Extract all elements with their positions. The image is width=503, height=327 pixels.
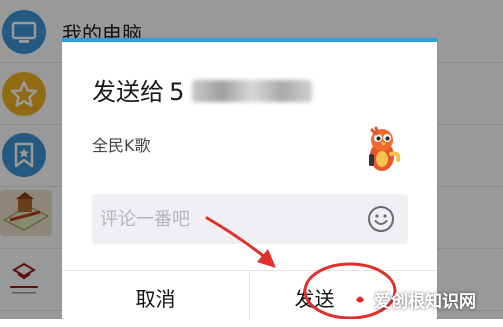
watermark-logo-icon	[350, 289, 370, 309]
emoji-icon[interactable]	[366, 204, 396, 234]
recipient-label: 发送给	[92, 78, 164, 106]
recipient-name-blurred	[192, 80, 313, 102]
watermark-text: 爱创根知识网	[374, 292, 476, 312]
comment-input[interactable]	[92, 194, 360, 244]
share-title: 全民K歌	[92, 136, 151, 155]
cancel-button[interactable]: 取消	[62, 271, 250, 320]
recipient-row: 发送给 5	[92, 72, 313, 106]
comment-box	[92, 194, 408, 244]
parrot-mascot-icon	[358, 124, 406, 174]
recipient-name-initial: 5	[169, 78, 185, 106]
send-button-label: 发送	[294, 287, 335, 311]
send-to-dialog: 发送给 5 全民K歌 取消 发送	[62, 38, 437, 320]
dialog-accent-bar	[62, 38, 437, 42]
